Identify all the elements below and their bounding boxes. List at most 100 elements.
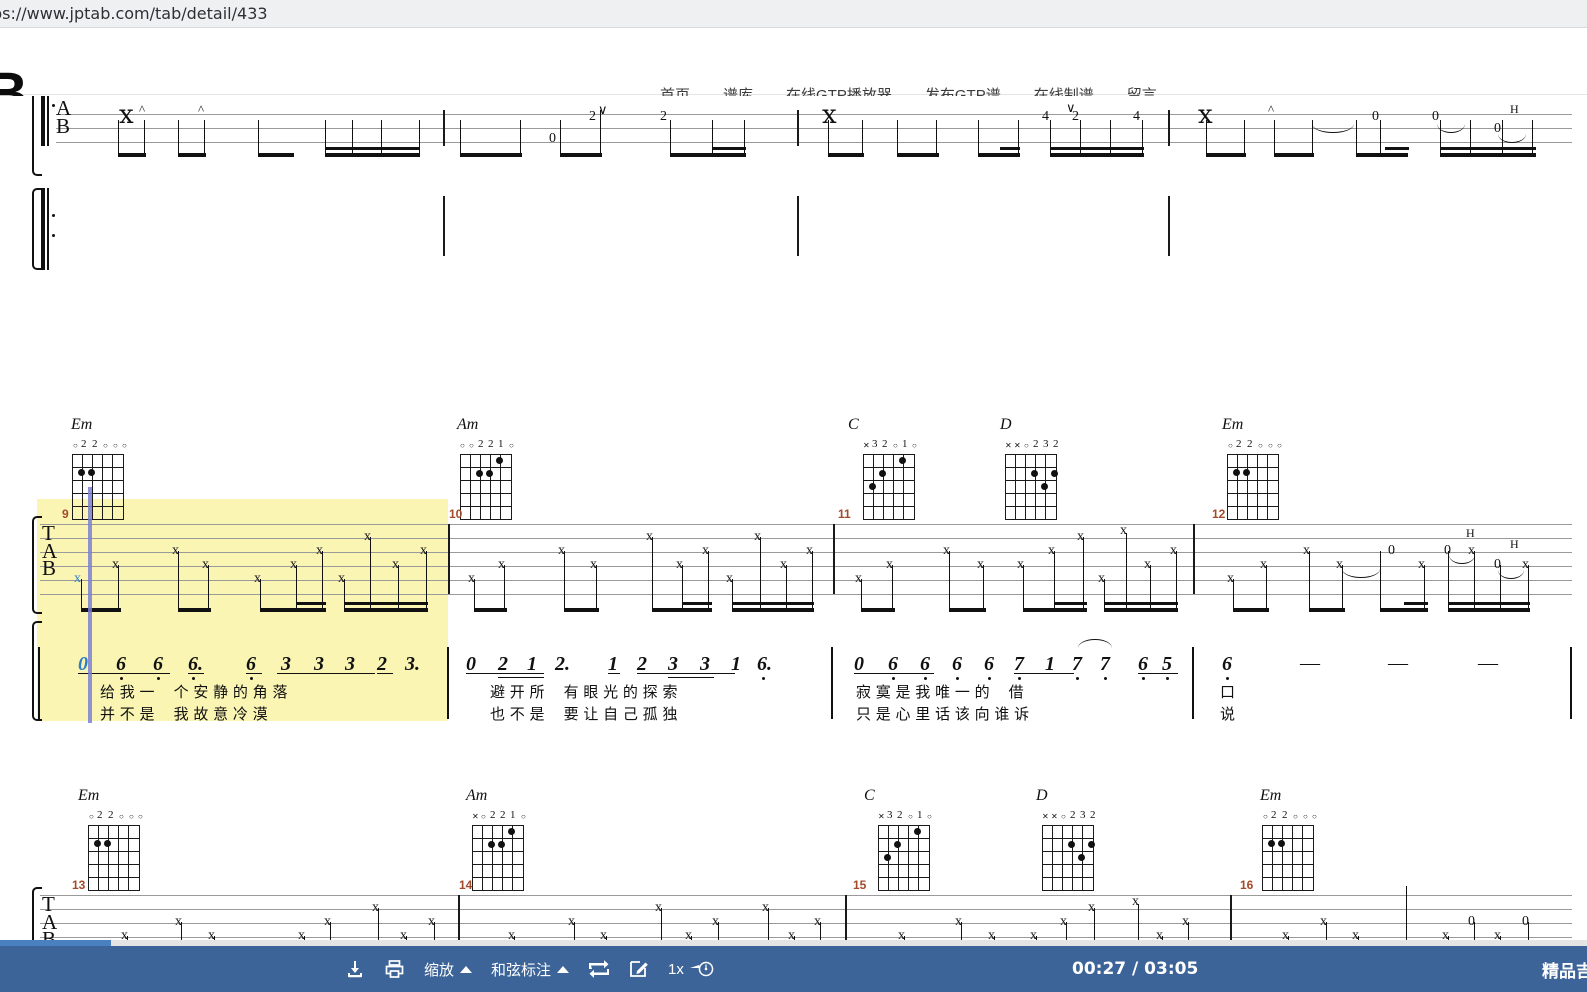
jianpu-note: 7 — [1100, 653, 1110, 675]
accent-mark: ^ — [1268, 102, 1275, 117]
jianpu-octave-dot — [988, 677, 991, 680]
bar-line — [845, 895, 847, 940]
measure-number: 12 — [1212, 507, 1226, 521]
note-beam — [712, 153, 746, 157]
bar-line — [797, 196, 799, 256]
jianpu-octave-dot — [1018, 677, 1021, 680]
measure-number: 10 — [449, 507, 463, 521]
jianpu-octave-dot — [956, 677, 959, 680]
score-canvas[interactable]: AB x ^ ^ ∨ ∨ ^ 0 2 2 x 4 2 4 x 0 0 H 0 E… — [0, 96, 1587, 940]
rest-glyph: x — [822, 100, 837, 130]
note-beam — [1054, 602, 1087, 605]
system-measures-9-12: Em ○ 2 2 ○ ○ ○ 9 Am ○ ○ 2 2 1 ○ 10 C ✕ 3… — [0, 321, 1587, 723]
note-beam — [1448, 608, 1530, 612]
note-stem — [892, 565, 894, 611]
playhead-cursor[interactable] — [88, 487, 92, 723]
note-beam — [682, 602, 712, 605]
note-beam — [118, 153, 146, 157]
jianpu-beam — [608, 673, 620, 675]
note-beam — [652, 608, 712, 612]
chord-open-marks: ○ ○ 221 ○ — [460, 438, 514, 450]
jianpu-note: 6 — [888, 653, 898, 675]
tab-staff-top — [56, 96, 1572, 143]
jianpu-note: 3 — [281, 653, 291, 675]
note-stem — [718, 922, 720, 940]
chord-annotation-menu-button[interactable]: 和弦标注 — [491, 959, 570, 980]
note-stem — [1206, 120, 1208, 156]
note-beam — [1440, 153, 1536, 157]
note-beam — [296, 602, 326, 605]
note-beam — [258, 153, 294, 157]
zoom-menu-button[interactable]: 缩放 — [424, 959, 473, 980]
note-stem — [1474, 922, 1476, 940]
note-stem — [1104, 579, 1106, 611]
browser-url-bar[interactable]: ps://www.jptab.com/tab/detail/433 — [0, 0, 1587, 28]
jianpu-sustain: — — [1388, 652, 1408, 674]
jianpu-note: 2 — [637, 653, 647, 675]
note-beam — [732, 608, 814, 612]
chord-label: D — [1036, 787, 1048, 804]
jianpu-octave-dot — [120, 677, 123, 680]
note-beam — [1050, 153, 1144, 157]
note-stem — [1470, 120, 1472, 156]
note-beam — [81, 608, 121, 612]
note-stem — [325, 120, 327, 156]
player-tools: 缩放 和弦标注 1x — [345, 946, 716, 992]
jianpu-note: 6. — [757, 653, 772, 675]
speed-button[interactable]: 1x — [668, 959, 716, 979]
jianpu-note: 6 — [1138, 653, 1148, 675]
note-beam — [474, 608, 507, 612]
chord-label: C — [864, 787, 875, 804]
download-button[interactable] — [345, 959, 365, 979]
note-stem — [1502, 120, 1504, 156]
jianpu-note: 1 — [1045, 653, 1055, 675]
edit-button[interactable] — [629, 959, 649, 979]
print-icon — [384, 959, 405, 979]
note-stem — [670, 120, 672, 156]
jianpu-octave-dot — [1226, 677, 1229, 680]
bar-line — [1168, 110, 1170, 146]
note-beam — [1206, 153, 1246, 157]
note-stem — [144, 120, 146, 156]
jianpu-note: 3 — [345, 653, 355, 675]
bar-line — [1168, 196, 1170, 256]
note-stem — [520, 120, 522, 156]
loop-button[interactable] — [588, 959, 610, 979]
note-stem — [712, 120, 714, 156]
note-stem — [419, 120, 421, 156]
print-button[interactable] — [384, 959, 405, 979]
note-beam — [828, 153, 864, 157]
note-stem — [1188, 922, 1190, 940]
system-measures-13-16: Em ○ 2 2 ○ ○ ○ 13 Am ✕ ○ 2 2 1 ○ 14 C ✕ … — [0, 692, 1587, 940]
note-beam — [260, 608, 326, 612]
note-stem — [118, 565, 120, 611]
note-beam — [178, 608, 211, 612]
note-stem — [828, 120, 830, 156]
jianpu-sustain: — — [1300, 652, 1320, 674]
bar-line — [797, 110, 799, 146]
note-stem — [1066, 922, 1068, 940]
jianpu-octave-dot — [1166, 677, 1169, 680]
chord-open-marks: ○ 2 2 ○ ○ ○ — [89, 809, 143, 821]
bar-line — [1230, 895, 1232, 940]
jianpu-beam — [277, 673, 375, 675]
jianpu-beam — [466, 673, 544, 675]
note-stem — [81, 579, 83, 611]
note-stem — [1528, 922, 1530, 940]
measure-number: 15 — [853, 878, 867, 892]
note-stem — [181, 922, 183, 940]
note-beam — [1000, 147, 1020, 150]
jianpu-note: 5 — [1162, 653, 1172, 675]
note-beam — [1050, 147, 1144, 150]
note-stem — [330, 922, 332, 940]
note-beam — [1440, 147, 1536, 150]
note-stem — [983, 565, 985, 611]
jianpu-note: 6 — [984, 653, 994, 675]
jianpu-note: 3. — [405, 653, 420, 675]
jianpu-beam — [188, 673, 204, 675]
note-stem — [434, 922, 436, 940]
tab-note: 4 — [1042, 109, 1049, 124]
tab-staff[interactable] — [40, 895, 1572, 940]
jianpu-note: 6. — [188, 653, 203, 675]
note-stem — [1406, 886, 1408, 940]
